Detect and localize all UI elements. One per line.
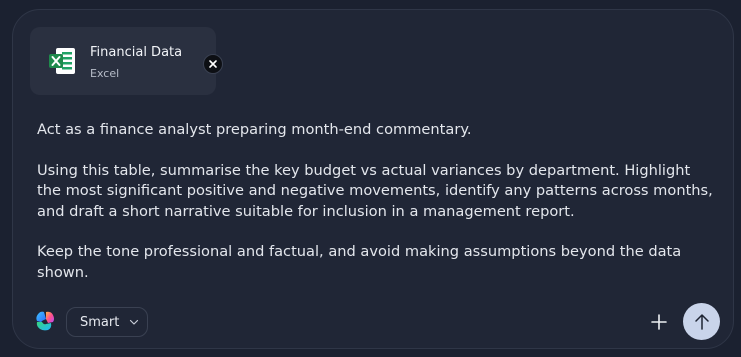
- app-background: Financial Data Excel Act as a finance an…: [0, 0, 741, 357]
- plus-icon: [651, 314, 667, 330]
- close-icon: [209, 60, 217, 68]
- prompt-paragraph: Keep the tone professional and factual, …: [37, 243, 682, 281]
- remove-attachment-button[interactable]: [203, 54, 223, 74]
- chat-input-panel: Financial Data Excel Act as a finance an…: [12, 9, 734, 349]
- copilot-logo-icon: [36, 311, 54, 331]
- chevron-down-icon: [130, 319, 139, 325]
- add-button[interactable]: [645, 308, 673, 336]
- send-button[interactable]: [683, 303, 720, 340]
- attachment-type: Excel: [90, 67, 120, 80]
- mode-label: Smart: [80, 314, 120, 330]
- attachment-card[interactable]: Financial Data Excel: [30, 27, 223, 95]
- prompt-paragraph: Using this table, summarise the key budg…: [37, 161, 713, 220]
- mode-selector-button[interactable]: Smart: [66, 307, 148, 337]
- prompt-paragraph: Act as a finance analyst preparing month…: [37, 121, 472, 138]
- excel-file-icon: [49, 48, 75, 74]
- prompt-text-area[interactable]: Act as a finance analyst preparing month…: [37, 120, 717, 283]
- arrow-up-icon: [694, 313, 709, 330]
- attachment-title: Financial Data: [90, 45, 183, 60]
